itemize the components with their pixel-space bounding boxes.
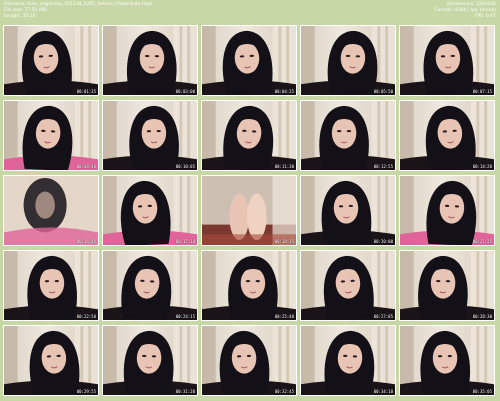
thumbnail-image xyxy=(4,101,98,170)
thumbnail-image xyxy=(103,176,197,245)
timestamp-label: 00:04:25 xyxy=(274,89,294,94)
thumbnail-image xyxy=(400,26,494,95)
thumbnail-image xyxy=(202,251,296,320)
timestamp-label: 00:27:05 xyxy=(373,314,393,319)
timestamp-label: 00:10:05 xyxy=(175,164,195,169)
timestamp-label: 00:03:00 xyxy=(175,89,195,94)
timestamp-label: 00:18:35 xyxy=(274,239,294,244)
video-thumbnail: 00:32:45 xyxy=(201,325,297,396)
sheet-header: Filename: miss_angelinna_261218_2205_fem… xyxy=(0,0,500,22)
thumbnail-image xyxy=(103,101,197,170)
timestamp-label: 00:12:55 xyxy=(373,164,393,169)
video-thumbnail: 00:29:55 xyxy=(3,325,99,396)
thumbnail-image xyxy=(202,101,296,170)
timestamp-label: 00:22:50 xyxy=(76,314,96,319)
thumbnail-image xyxy=(301,176,395,245)
video-thumbnail: 00:25:40 xyxy=(201,250,297,321)
video-thumbnail: 00:01:35 xyxy=(3,25,99,96)
thumbnail-image xyxy=(202,176,296,245)
video-thumbnail: 00:24:15 xyxy=(102,250,198,321)
thumbnail-image xyxy=(202,26,296,95)
video-thumbnail: 00:34:10 xyxy=(300,325,396,396)
video-thumbnail: 00:07:15 xyxy=(399,25,495,96)
timestamp-label: 00:28:30 xyxy=(472,314,492,319)
timestamp-label: 00:24:15 xyxy=(175,314,195,319)
thumbnail-image xyxy=(4,26,98,95)
thumbnail-image xyxy=(301,101,395,170)
video-thumbnail: 00:27:05 xyxy=(300,250,396,321)
thumbnail-image xyxy=(301,26,395,95)
timestamp-label: 00:31:20 xyxy=(175,389,195,394)
thumbnail-grid: 00:01:35 00:03:00 00:04:25 00:05:50 00:0… xyxy=(3,25,495,396)
thumbnail-image xyxy=(202,326,296,395)
timestamp-label: 00:07:15 xyxy=(472,89,492,94)
timestamp-label: 00:20:00 xyxy=(373,239,393,244)
timestamp-label: 00:11:30 xyxy=(274,164,294,169)
video-thumbnail: 00:11:30 xyxy=(201,100,297,171)
video-thumbnail: 00:21:25 xyxy=(399,175,495,246)
timestamp-label: 00:14:20 xyxy=(472,164,492,169)
thumbnail-image xyxy=(4,176,98,245)
video-thumbnail: 00:04:25 xyxy=(201,25,297,96)
timestamp-label: 00:35:05 xyxy=(472,389,492,394)
video-thumbnail: 00:17:10 xyxy=(102,175,198,246)
timestamp-label: 00:25:40 xyxy=(274,314,294,319)
thumbnail-image xyxy=(4,326,98,395)
fps-text: FPS: 6.67 xyxy=(474,14,496,19)
video-thumbnail: 00:35:05 xyxy=(399,325,495,396)
video-thumbnail: 00:14:20 xyxy=(399,100,495,171)
timestamp-label: 00:17:10 xyxy=(175,239,195,244)
thumbnail-image xyxy=(400,101,494,170)
thumbnail-image xyxy=(4,251,98,320)
video-thumbnail: 00:18:35 xyxy=(201,175,297,246)
video-thumbnail: 00:03:00 xyxy=(102,25,198,96)
thumbnail-image xyxy=(103,251,197,320)
video-thumbnail: 00:28:30 xyxy=(399,250,495,321)
timestamp-label: 00:01:35 xyxy=(76,89,96,94)
thumbnail-image xyxy=(301,251,395,320)
video-thumbnail: 00:10:05 xyxy=(102,100,198,171)
thumbnail-image xyxy=(400,176,494,245)
video-thumbnail: 00:22:50 xyxy=(3,250,99,321)
timestamp-label: 00:21:25 xyxy=(472,239,492,244)
thumbnail-image xyxy=(301,326,395,395)
video-thumbnail: 00:08:40 xyxy=(3,100,99,171)
length-text: Length: 35:10 xyxy=(4,14,36,19)
thumbnail-image xyxy=(103,26,197,95)
video-thumbnail: 00:20:00 xyxy=(300,175,396,246)
thumbnail-image xyxy=(103,326,197,395)
timestamp-label: 00:08:40 xyxy=(76,164,96,169)
timestamp-label: 00:05:50 xyxy=(373,89,393,94)
video-thumbnail: 00:31:20 xyxy=(102,325,198,396)
video-thumbnail: 00:05:50 xyxy=(300,25,396,96)
timestamp-label: 00:32:45 xyxy=(274,389,294,394)
timestamp-label: 00:29:55 xyxy=(76,389,96,394)
video-thumbnail: 00:12:55 xyxy=(300,100,396,171)
thumbnail-image xyxy=(400,326,494,395)
video-thumbnail: 00:15:45 xyxy=(3,175,99,246)
thumbnail-image xyxy=(400,251,494,320)
timestamp-label: 00:34:10 xyxy=(373,389,393,394)
timestamp-label: 00:15:45 xyxy=(76,239,96,244)
